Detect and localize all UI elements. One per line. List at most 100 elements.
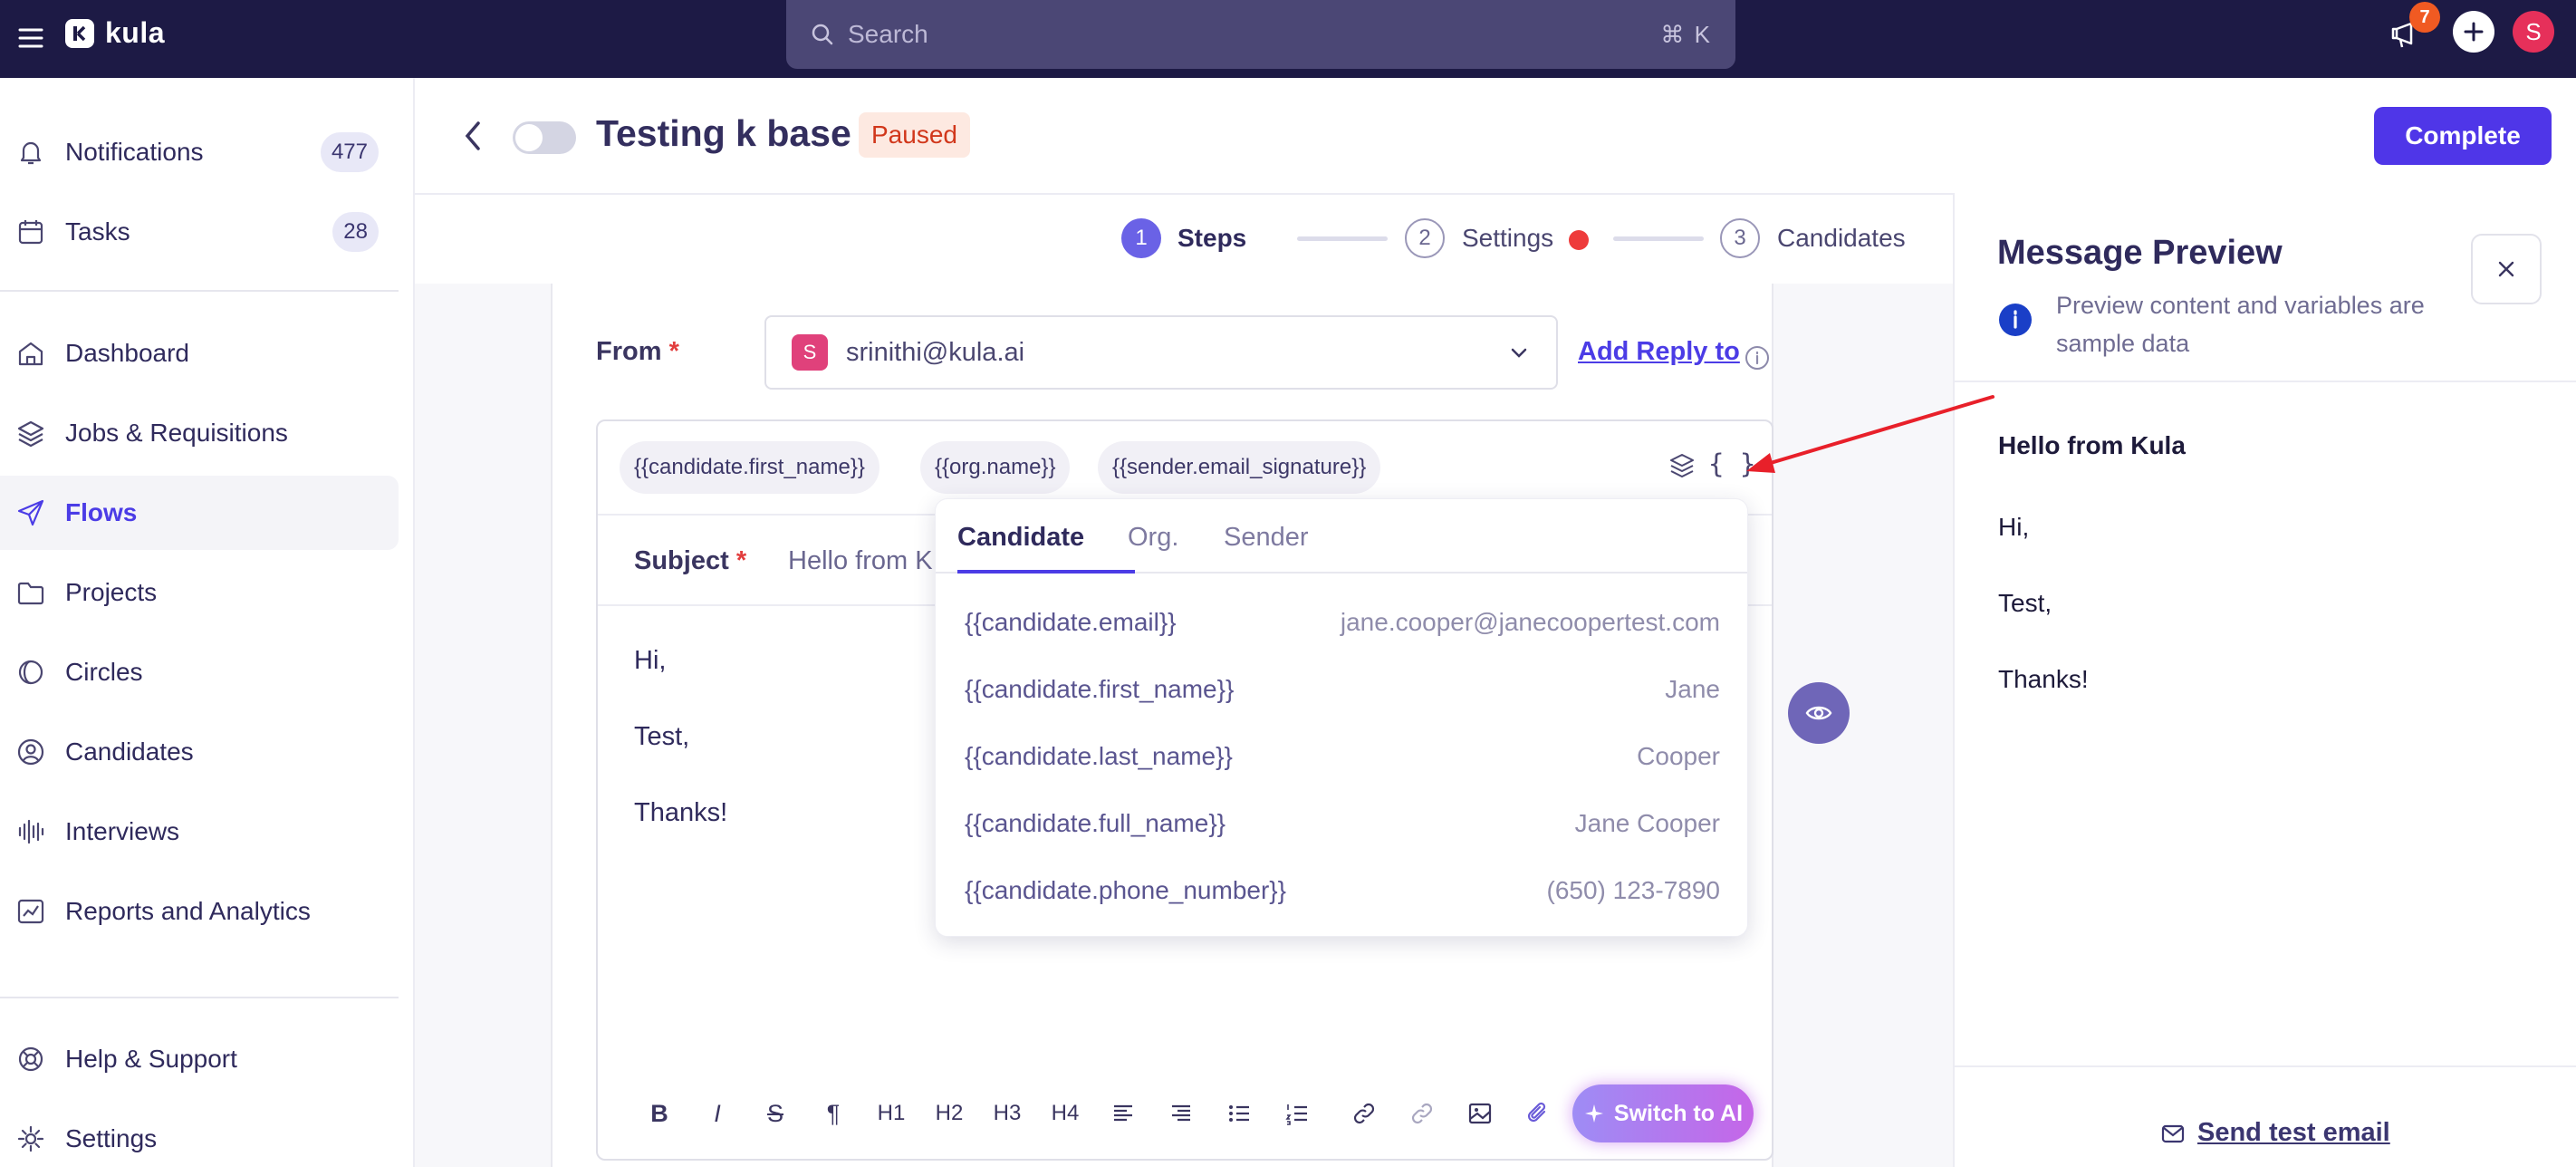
sidebar-item-reports[interactable]: Reports and Analytics bbox=[0, 874, 399, 949]
sidebar-item-label: Help & Support bbox=[65, 1045, 237, 1073]
variable-key: {{candidate.email}} bbox=[965, 608, 1177, 636]
sidebar-item-dashboard[interactable]: Dashboard bbox=[0, 316, 399, 390]
step-2-number[interactable]: 2 bbox=[1405, 218, 1445, 258]
tab-candidate[interactable]: Candidate bbox=[957, 523, 1084, 553]
search-placeholder: Search bbox=[848, 20, 928, 48]
sidebar-item-flows[interactable]: Flows bbox=[0, 476, 399, 550]
variable-option[interactable]: {{candidate.first_name}} Jane bbox=[965, 656, 1720, 723]
h2-button[interactable]: H2 bbox=[920, 1084, 978, 1142]
preview-body-line: Hi, bbox=[1998, 513, 2030, 541]
unlink-icon[interactable] bbox=[1393, 1084, 1451, 1142]
folder-icon bbox=[17, 582, 44, 605]
home-icon bbox=[18, 342, 43, 366]
preview-body-line: Thanks! bbox=[1998, 665, 2089, 693]
h3-button[interactable]: H3 bbox=[978, 1084, 1036, 1142]
align-right-icon[interactable] bbox=[1152, 1084, 1210, 1142]
variable-chip[interactable]: {{sender.email_signature}} bbox=[1098, 441, 1381, 494]
formatting-toolbar: B I S ¶ H1 H2 H3 H4 bbox=[630, 1084, 1567, 1142]
variable-key: {{candidate.full_name}} bbox=[965, 809, 1226, 837]
step-connector bbox=[1297, 236, 1388, 241]
preview-note: Preview content and variables are sample… bbox=[2056, 292, 2425, 357]
user-avatar[interactable]: S bbox=[2513, 11, 2554, 53]
step-3-number[interactable]: 3 bbox=[1720, 218, 1760, 258]
sidebar-item-jobs[interactable]: Jobs & Requisitions bbox=[0, 396, 399, 470]
preview-toggle-button[interactable] bbox=[1788, 682, 1850, 744]
back-button[interactable] bbox=[458, 116, 487, 156]
layers-icon bbox=[17, 420, 44, 448]
step-1-number[interactable]: 1 bbox=[1121, 218, 1161, 258]
variable-option[interactable]: {{candidate.full_name}} Jane Cooper bbox=[965, 790, 1720, 857]
settings-error-dot bbox=[1569, 230, 1589, 250]
close-icon bbox=[2498, 261, 2514, 277]
app-logo[interactable]: kula bbox=[65, 16, 165, 50]
h1-button[interactable]: H1 bbox=[862, 1084, 920, 1142]
link-icon[interactable] bbox=[1335, 1084, 1393, 1142]
bold-button[interactable]: B bbox=[630, 1084, 688, 1142]
active-tab-indicator bbox=[957, 570, 1135, 574]
tab-sender[interactable]: Sender bbox=[1224, 523, 1309, 553]
menu-icon[interactable] bbox=[13, 20, 49, 56]
step-settings-label[interactable]: Settings bbox=[1462, 224, 1553, 253]
sidebar-item-projects[interactable]: Projects bbox=[0, 555, 399, 630]
close-preview-button[interactable] bbox=[2471, 234, 2542, 304]
tab-org[interactable]: Org. bbox=[1128, 523, 1178, 553]
paragraph-button[interactable]: ¶ bbox=[804, 1084, 862, 1142]
sidebar-item-help[interactable]: Help & Support bbox=[0, 1022, 399, 1096]
h4-button[interactable]: H4 bbox=[1036, 1084, 1094, 1142]
strikethrough-button[interactable]: S bbox=[746, 1084, 804, 1142]
preview-footer-divider bbox=[1955, 1065, 2576, 1067]
attachment-icon[interactable] bbox=[1509, 1084, 1567, 1142]
step-steps-label[interactable]: Steps bbox=[1177, 224, 1246, 253]
step-connector bbox=[1613, 236, 1704, 241]
italic-button[interactable]: I bbox=[688, 1084, 746, 1142]
image-icon[interactable] bbox=[1451, 1084, 1509, 1142]
variable-sample: jane.cooper@janecoopertest.com bbox=[1340, 608, 1720, 636]
switch-to-ai-button[interactable]: Switch to AI bbox=[1572, 1084, 1754, 1142]
sidebar-item-circles[interactable]: Circles bbox=[0, 635, 399, 709]
variable-option[interactable]: {{candidate.last_name}} Cooper bbox=[965, 723, 1720, 790]
align-left-icon[interactable] bbox=[1094, 1084, 1152, 1142]
send-test-email-button[interactable]: Send test email bbox=[2159, 1118, 2390, 1148]
sidebar-item-tasks[interactable]: Tasks 28 bbox=[0, 195, 399, 269]
tasks-count: 28 bbox=[332, 212, 379, 252]
sidebar-item-notifications[interactable]: Notifications 477 bbox=[0, 115, 399, 189]
subject-label: Subject * bbox=[634, 546, 747, 575]
variable-option[interactable]: {{candidate.email}} jane.cooper@janecoop… bbox=[965, 589, 1720, 656]
sidebar-divider bbox=[0, 290, 399, 292]
sidebar-item-label: Interviews bbox=[65, 817, 180, 845]
app-name: kula bbox=[105, 16, 166, 49]
variable-chip[interactable]: {{org.name}} bbox=[920, 441, 1071, 494]
sidebar-item-label: Settings bbox=[65, 1124, 158, 1152]
info-icon[interactable] bbox=[1745, 345, 1770, 371]
subject-input[interactable]: Hello from K bbox=[788, 546, 933, 576]
numbered-list-icon[interactable] bbox=[1268, 1084, 1326, 1142]
kula-logo-icon bbox=[65, 18, 94, 48]
create-button[interactable] bbox=[2453, 11, 2494, 53]
sidebar-divider bbox=[0, 997, 399, 998]
sidebar-item-candidates[interactable]: Candidates bbox=[0, 715, 399, 789]
complete-button[interactable]: Complete bbox=[2374, 107, 2552, 165]
variables-button[interactable]: { } bbox=[1708, 448, 1755, 479]
body-line[interactable]: Thanks! bbox=[634, 798, 727, 828]
variable-option[interactable]: {{candidate.phone_number}} (650) 123-789… bbox=[965, 857, 1720, 924]
flow-active-toggle[interactable] bbox=[513, 121, 576, 154]
add-reply-to-link[interactable]: Add Reply to bbox=[1578, 337, 1740, 367]
step-candidates-label[interactable]: Candidates bbox=[1777, 224, 1906, 253]
from-select[interactable]: S srinithi@kula.ai bbox=[764, 315, 1558, 390]
body-line[interactable]: Test, bbox=[634, 722, 689, 752]
bullet-list-icon[interactable] bbox=[1210, 1084, 1268, 1142]
body-line[interactable]: Hi, bbox=[634, 646, 666, 676]
variable-chip[interactable]: {{candidate.first_name}} bbox=[620, 441, 879, 494]
notifications-count: 477 bbox=[320, 132, 379, 172]
variable-key: {{candidate.phone_number}} bbox=[965, 876, 1286, 904]
chevron-down-icon bbox=[1511, 348, 1527, 358]
sidebar-item-label: Circles bbox=[65, 658, 143, 686]
plus-icon bbox=[2464, 22, 2484, 42]
sidebar-item-label: Notifications bbox=[65, 138, 204, 166]
help-icon bbox=[18, 1046, 43, 1072]
switch-to-ai-label: Switch to AI bbox=[1613, 1100, 1744, 1126]
sidebar-item-interviews[interactable]: Interviews bbox=[0, 795, 399, 869]
layers-icon[interactable] bbox=[1667, 450, 1697, 481]
sidebar-item-settings[interactable]: Settings bbox=[0, 1102, 399, 1176]
search-input[interactable]: Search ⌘ K bbox=[786, 0, 1735, 69]
